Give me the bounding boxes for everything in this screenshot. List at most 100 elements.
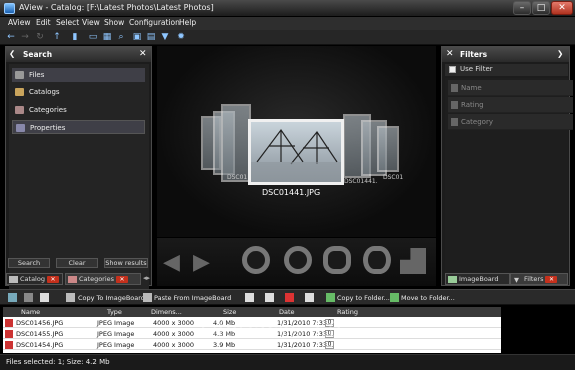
column-date[interactable]: Date bbox=[279, 308, 295, 316]
chevron-left-icon[interactable]: ❮ bbox=[9, 49, 15, 58]
filters-panel-header: ✕ Filters ❯ bbox=[442, 47, 569, 62]
app-icon bbox=[4, 3, 15, 14]
image-list-icon[interactable]: ▤ bbox=[146, 32, 156, 42]
tab-scroll-icon[interactable]: ◂▸ bbox=[143, 274, 150, 282]
menu-edit[interactable]: Edit bbox=[36, 18, 51, 27]
filters-close-icon[interactable]: ✕ bbox=[446, 49, 454, 59]
category-filter-icon bbox=[451, 118, 458, 126]
categories-tab-icon bbox=[68, 276, 77, 283]
fishing-net-icon bbox=[251, 128, 341, 182]
filter-item-rating[interactable]: Rating bbox=[448, 97, 573, 113]
search-button[interactable]: Search bbox=[8, 258, 50, 268]
show-results-button[interactable]: Show results bbox=[104, 258, 148, 268]
filters-tab-close-icon[interactable]: ✕ bbox=[545, 275, 558, 283]
menu-show[interactable]: Show bbox=[104, 18, 124, 27]
previous-arrow-icon[interactable]: ◀ bbox=[163, 250, 180, 275]
panel-close-icon[interactable]: ✕ bbox=[139, 49, 147, 59]
filter-icon[interactable]: ▼ bbox=[160, 32, 170, 42]
tab-catalog[interactable]: Catalog ✕ bbox=[6, 273, 63, 285]
copy-to-imageboard-button[interactable]: Copy To ImageBoard bbox=[78, 294, 145, 302]
image-icon[interactable]: ▣ bbox=[132, 32, 142, 42]
menu-select[interactable]: Select bbox=[56, 18, 79, 27]
flip-vertical-icon[interactable] bbox=[363, 246, 391, 274]
menu-aview[interactable]: AView bbox=[8, 18, 30, 27]
categories-tab-close-icon[interactable]: ✕ bbox=[116, 275, 129, 283]
copy-to-folder-button[interactable]: Copy to Folder... bbox=[337, 294, 390, 302]
search-item-catalogs[interactable]: Catalogs bbox=[12, 85, 145, 99]
search-panel-header: ❮ Search ✕ bbox=[6, 47, 151, 62]
tab-categories[interactable]: Categories ✕ bbox=[65, 273, 141, 285]
filter-item-category[interactable]: Category bbox=[448, 114, 573, 130]
maximize-button[interactable]: □ bbox=[532, 1, 550, 15]
search-item-files[interactable]: Files bbox=[12, 68, 145, 82]
thumbnail-left-1[interactable] bbox=[221, 104, 251, 182]
filter-tab-icon: ▼ bbox=[514, 276, 519, 284]
close-button[interactable]: ✕ bbox=[551, 1, 573, 15]
rotate-right-icon[interactable] bbox=[284, 246, 312, 274]
selected-photo-caption: DSC01441.JPG bbox=[262, 188, 321, 197]
title-bar: AView - Catalog: [F:\Latest Photos\Lates… bbox=[0, 0, 575, 17]
filter-item-name[interactable]: Name bbox=[448, 80, 573, 96]
menu-view[interactable]: View bbox=[82, 18, 100, 27]
catalog-tab-close-icon[interactable]: ✕ bbox=[46, 275, 59, 283]
thumbnail-right-3[interactable] bbox=[377, 126, 399, 172]
coverflow-viewer[interactable]: DSC01441.JPG DSC01 DSC01441. DSC01 bbox=[157, 46, 436, 237]
minimize-button[interactable]: – bbox=[513, 1, 531, 15]
column-dimensions[interactable]: Dimens... bbox=[151, 308, 182, 316]
grid-icon[interactable]: ▦ bbox=[102, 32, 112, 42]
paste-icon[interactable] bbox=[265, 293, 274, 302]
copy-icon[interactable] bbox=[245, 293, 254, 302]
rotate-left-icon[interactable] bbox=[242, 246, 270, 274]
delete-icon[interactable] bbox=[285, 293, 294, 302]
catalog-tab-icon bbox=[9, 276, 18, 283]
side-caption: DSC01441. bbox=[344, 178, 378, 185]
back-icon[interactable]: ← bbox=[6, 32, 16, 42]
side-caption: DSC01 bbox=[383, 174, 404, 181]
search-panel-title: Search bbox=[23, 50, 53, 59]
move-folder-icon[interactable] bbox=[390, 293, 399, 302]
copy-folder-icon[interactable] bbox=[326, 293, 335, 302]
move-to-folder-button[interactable]: Move to Folder... bbox=[401, 294, 455, 302]
search-item-categories[interactable]: Categories bbox=[12, 103, 145, 117]
files-icon bbox=[15, 71, 24, 79]
selected-photo[interactable] bbox=[248, 119, 344, 185]
side-caption: DSC01 bbox=[227, 174, 248, 181]
column-type[interactable]: Type bbox=[107, 308, 122, 316]
next-arrow-icon[interactable]: ▶ bbox=[193, 250, 210, 275]
up-arrow-icon[interactable]: ↑ bbox=[52, 32, 62, 42]
refresh-icon[interactable]: ↻ bbox=[35, 32, 45, 42]
flip-horizontal-icon[interactable] bbox=[323, 246, 351, 274]
book-icon[interactable]: ▮ bbox=[70, 32, 80, 42]
use-filter-checkbox[interactable] bbox=[449, 66, 456, 73]
monitor-icon[interactable]: ▭ bbox=[88, 32, 98, 42]
search-item-properties[interactable]: Properties bbox=[12, 120, 145, 134]
crop-icon[interactable] bbox=[400, 248, 426, 274]
chevron-right-icon[interactable]: ❯ bbox=[557, 49, 563, 58]
copy-imageboard-icon[interactable] bbox=[66, 293, 75, 302]
forward-icon[interactable]: → bbox=[20, 32, 30, 42]
view-dropdown-icon[interactable] bbox=[24, 293, 33, 302]
paste-imageboard-icon[interactable] bbox=[143, 293, 152, 302]
search-icon[interactable]: ⌕ bbox=[116, 32, 126, 42]
rename-icon[interactable] bbox=[305, 293, 314, 302]
column-size[interactable]: Size bbox=[223, 308, 236, 316]
viewer-controls: ◀ ▶ bbox=[157, 238, 436, 286]
menu-bar: AView Edit Select View Show Configuratio… bbox=[0, 17, 575, 30]
rating-filter-icon bbox=[451, 101, 458, 109]
menu-configuration[interactable]: Configuration bbox=[129, 18, 180, 27]
properties-icon bbox=[16, 124, 25, 132]
name-filter-icon bbox=[451, 84, 458, 92]
column-rating[interactable]: Rating bbox=[337, 308, 358, 316]
tab-imageboard[interactable]: ImageBoard bbox=[445, 273, 510, 285]
jpeg-file-icon bbox=[5, 341, 13, 349]
tab-filters[interactable]: ▼ Filters ✕ bbox=[510, 273, 568, 285]
use-filter-label: Use Filter bbox=[460, 65, 493, 73]
paste-from-imageboard-button[interactable]: Paste From ImageBoard bbox=[154, 294, 231, 302]
clear-button[interactable]: Clear bbox=[56, 258, 98, 268]
list-view-icon[interactable] bbox=[8, 293, 17, 302]
gear-icon[interactable]: ✹ bbox=[176, 32, 186, 42]
file-table-header: Name Type Dimens... Size Date Rating bbox=[3, 307, 501, 317]
select-icon[interactable] bbox=[40, 293, 49, 302]
menu-help[interactable]: Help bbox=[179, 18, 196, 27]
column-name[interactable]: Name bbox=[21, 308, 40, 316]
